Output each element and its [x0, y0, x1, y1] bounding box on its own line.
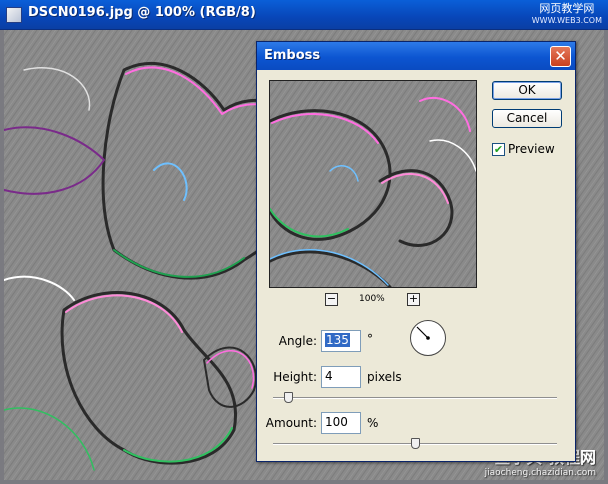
zoom-level: 100% [359, 294, 385, 304]
watermark-top-text: 网页教学网 [539, 2, 595, 15]
document-icon [6, 7, 22, 23]
height-label: Height: [273, 370, 317, 384]
dialog-title: Emboss [264, 48, 321, 63]
zoom-controls: − 100% + [325, 292, 425, 308]
amount-unit: % [367, 416, 379, 430]
zoom-out-button[interactable]: − [325, 293, 338, 306]
height-input[interactable]: 4 [321, 366, 361, 388]
amount-slider-thumb[interactable] [410, 438, 420, 449]
checkmark-icon: ✔ [493, 143, 504, 156]
ok-button[interactable]: OK [492, 81, 562, 100]
dialog-titlebar[interactable]: Emboss ✕ [257, 42, 575, 70]
close-button[interactable]: ✕ [550, 46, 571, 67]
preview-label: Preview [508, 142, 555, 156]
cancel-button[interactable]: Cancel [492, 109, 562, 128]
watermark-top: 网页教学网 WWW.WEB3.COM [532, 3, 602, 27]
angle-value: 135 [325, 333, 350, 347]
angle-dial-icon [416, 326, 430, 340]
height-slider-thumb[interactable] [283, 392, 293, 403]
watermark-bottom-url: jiaocheng.chazidian.com [484, 468, 596, 478]
document-title: DSCN0196.jpg @ 100% (RGB/8) [28, 5, 256, 20]
amount-label: Amount: [265, 416, 317, 430]
document-titlebar[interactable]: DSCN0196.jpg @ 100% (RGB/8) 网页教学网 WWW.WE… [0, 0, 608, 30]
preview-checkbox[interactable]: ✔ [492, 143, 505, 156]
height-unit: pixels [367, 370, 402, 384]
zoom-in-button[interactable]: + [407, 293, 420, 306]
close-icon: ✕ [554, 47, 567, 65]
filter-preview[interactable] [269, 80, 477, 288]
watermark-top-url: WWW.WEB3.COM [531, 16, 602, 25]
preview-image [270, 81, 476, 287]
angle-input[interactable]: 135 [321, 330, 361, 352]
angle-unit: ° [367, 332, 373, 346]
angle-label: Angle: [278, 334, 317, 348]
amount-input[interactable]: 100 [321, 412, 361, 434]
angle-dial[interactable] [410, 320, 446, 356]
emboss-dialog: Emboss ✕ − 100% + OK Cancel ✔ Preview An… [256, 41, 576, 462]
height-slider[interactable] [273, 397, 557, 399]
